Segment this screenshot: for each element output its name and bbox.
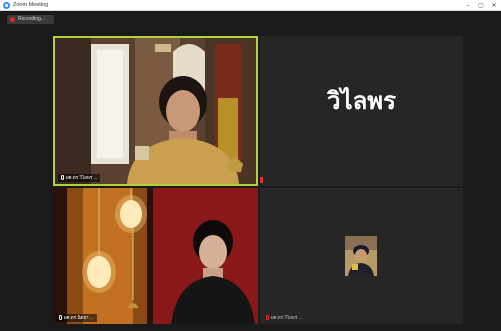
participant-avatar <box>345 236 377 276</box>
window-title: Zoom Meeting <box>13 2 49 8</box>
muted-mic-icon <box>266 315 269 320</box>
participant-name-label: ผศ.ดร.นิตยา ... <box>56 314 97 322</box>
muted-mic-icon <box>260 177 263 183</box>
avatar-photo <box>345 236 377 276</box>
microphone-icon <box>59 315 62 320</box>
maximize-button[interactable]: ▢ <box>474 0 488 11</box>
recording-indicator[interactable]: Recording... <box>7 15 54 24</box>
participant-tile-video[interactable]: ผศ.ดร.นิตยา ... <box>53 188 258 324</box>
participant-video <box>55 38 256 184</box>
zoom-app-icon <box>3 2 10 9</box>
microphone-icon <box>61 175 64 180</box>
participant-name-label: ผศ.ดร.วิไลพร ... <box>58 174 101 182</box>
minimize-button[interactable]: – <box>461 0 475 11</box>
close-button[interactable]: ✕ <box>487 0 501 11</box>
meeting-stage: Recording... ผศ.ดร.วิไลพร ... วิไลพร ผศ.… <box>0 12 501 331</box>
participant-video <box>53 188 258 324</box>
participant-display-name: วิไลพร <box>327 87 396 115</box>
recording-label: Recording... <box>18 16 45 22</box>
participant-tile-active-speaker[interactable]: ผศ.ดร.วิไลพร ... <box>53 36 258 186</box>
participant-name-label: ผศ.ดร.วิไลพร ... <box>263 314 305 322</box>
participant-tile-avatar[interactable]: ผศ.ดร.วิไลพร ... <box>260 188 463 324</box>
participant-tile-video-off[interactable]: วิไลพร <box>260 36 463 186</box>
record-dot-icon <box>10 17 15 22</box>
window-titlebar: Zoom Meeting – ▢ ✕ <box>0 0 501 11</box>
